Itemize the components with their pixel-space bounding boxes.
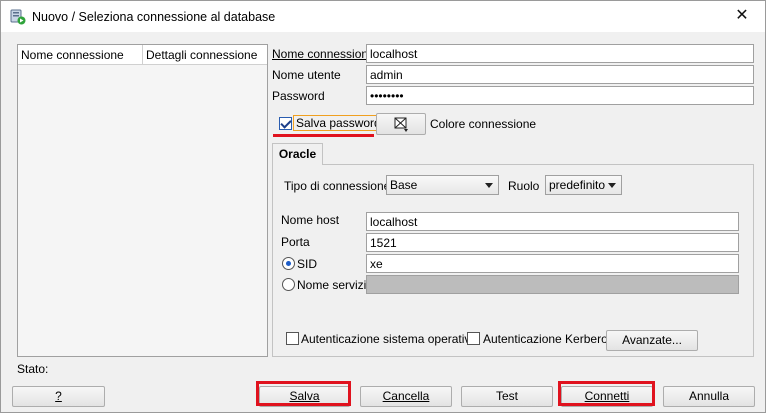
sid-radio[interactable]: [282, 257, 295, 270]
list-header: Nome connessione Dettagli connessione: [18, 45, 267, 65]
kerberos-auth-checkbox[interactable]: [467, 332, 480, 345]
kerberos-auth-label: Autenticazione Kerberos: [483, 332, 614, 346]
service-name-radio[interactable]: [282, 278, 295, 291]
tab-oracle[interactable]: Oracle: [272, 143, 323, 165]
advanced-button[interactable]: Avanzate...: [606, 330, 698, 351]
chevron-down-icon: [485, 183, 493, 188]
column-connection-details[interactable]: Dettagli connessione: [146, 48, 257, 62]
save-highlight-box: [256, 381, 351, 406]
chevron-down-icon: [608, 183, 616, 188]
password-input[interactable]: ••••••••: [366, 86, 754, 105]
window-title: Nuovo / Seleziona connessione al databas…: [32, 10, 276, 24]
service-name-input: [366, 275, 739, 294]
status-label: Stato:: [17, 362, 49, 376]
role-value: predefinito: [549, 178, 606, 192]
cancel-button-label: Cancella: [382, 389, 430, 403]
connection-name-input[interactable]: localhost: [366, 44, 754, 63]
test-button-label: Test: [495, 389, 518, 403]
username-label: Nome utente: [272, 68, 341, 82]
connection-color-label: Colore connessione: [430, 117, 537, 131]
connection-name-label-text: Nome connessione: [272, 47, 375, 61]
port-input[interactable]: 1521: [366, 233, 739, 252]
os-auth-checkbox[interactable]: [286, 332, 299, 345]
role-label: Ruolo: [508, 179, 540, 193]
column-divider[interactable]: [142, 45, 143, 65]
column-connection-name[interactable]: Nome connessione: [21, 48, 124, 62]
password-label: Password: [272, 89, 325, 103]
connect-highlight-box: [558, 381, 655, 406]
sid-input[interactable]: xe: [366, 254, 739, 273]
help-button[interactable]: ?: [12, 386, 105, 407]
help-button-label: ?: [55, 389, 62, 403]
connection-type-label: Tipo di connessione: [284, 179, 391, 193]
connection-list[interactable]: Nome connessione Dettagli connessione: [17, 44, 268, 357]
close-icon[interactable]: ✕: [719, 1, 765, 32]
connection-type-select[interactable]: Base: [386, 175, 499, 195]
connection-type-value: Base: [390, 178, 418, 192]
hostname-input[interactable]: localhost: [366, 212, 739, 231]
connection-dialog: Nuovo / Seleziona connessione al databas…: [0, 0, 766, 413]
database-connect-icon: [10, 9, 26, 25]
close-button[interactable]: Annulla: [663, 386, 755, 407]
highlight-underline: [273, 134, 374, 137]
connection-color-button[interactable]: [376, 113, 426, 135]
sid-label: SID: [297, 257, 318, 271]
username-input[interactable]: admin: [366, 65, 754, 84]
title-bar: Nuovo / Seleziona connessione al databas…: [1, 1, 765, 32]
test-button[interactable]: Test: [461, 386, 553, 407]
color-picker-icon: [394, 117, 408, 132]
os-auth-label: Autenticazione sistema operativo: [301, 332, 478, 346]
cancel-button[interactable]: Cancella: [360, 386, 452, 407]
service-name-label: Nome servizio: [297, 278, 374, 292]
save-password-checkbox[interactable]: [279, 117, 292, 130]
connection-name-label: Nome connessione: [272, 47, 375, 61]
tab-joiner: [273, 163, 322, 165]
save-password-label[interactable]: Salva password: [293, 115, 384, 131]
port-label: Porta: [281, 235, 310, 249]
role-select[interactable]: predefinito: [545, 175, 622, 195]
hostname-label: Nome host: [281, 213, 340, 227]
